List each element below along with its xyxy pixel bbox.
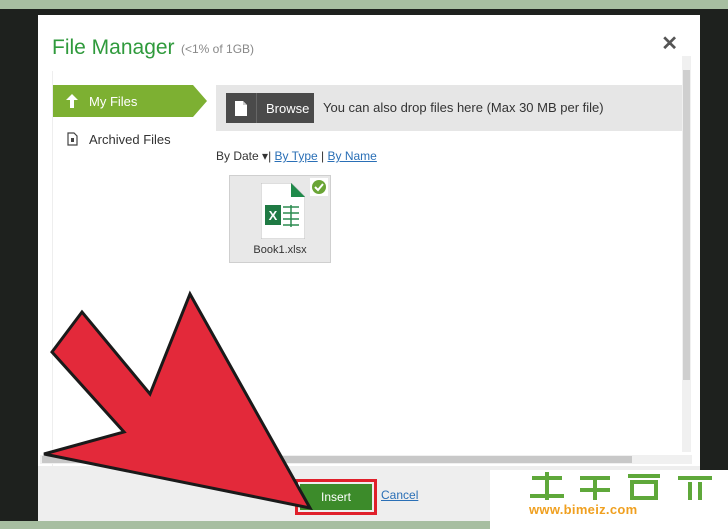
- sidebar: My Files Archived Files: [53, 85, 207, 161]
- sidebar-item-my-files[interactable]: My Files: [53, 85, 207, 117]
- document-icon: [226, 93, 257, 123]
- sidebar-item-archived-files[interactable]: Archived Files: [53, 123, 193, 155]
- vertical-scrollbar[interactable]: [682, 56, 691, 452]
- top-border-strip: [0, 0, 728, 9]
- watermark-logo-icon: [530, 472, 712, 500]
- drop-zone[interactable]: Browse You can also drop files here (Max…: [216, 85, 682, 131]
- archive-document-icon: [65, 132, 79, 146]
- browse-label: Browse: [266, 100, 310, 116]
- close-icon[interactable]: ✕: [661, 31, 678, 56]
- browse-button[interactable]: Browse: [226, 93, 314, 123]
- storage-quota: (<1% of 1GB): [181, 42, 255, 56]
- selected-check-icon: [310, 178, 328, 196]
- vertical-scrollbar-thumb[interactable]: [683, 70, 690, 380]
- sort-by-name-link[interactable]: By Name: [327, 149, 376, 163]
- sidebar-item-label: Archived Files: [89, 131, 171, 147]
- sidebar-item-label: My Files: [89, 93, 138, 109]
- svg-text:X: X: [269, 208, 278, 223]
- sort-bar: By Date ▾| By Type | By Name: [216, 149, 377, 163]
- sort-separator: |: [321, 149, 325, 163]
- dialog-header: File Manager (<1% of 1GB) ✕: [38, 15, 700, 71]
- file-tile[interactable]: X Book1.xlsx: [229, 175, 331, 263]
- sort-separator: |: [268, 149, 272, 163]
- sort-by-type-link[interactable]: By Type: [275, 149, 318, 163]
- excel-file-icon: X: [261, 183, 305, 239]
- drop-hint: You can also drop files here (Max 30 MB …: [323, 100, 604, 115]
- watermark-url: www.bimeiz.com: [529, 502, 638, 517]
- upload-arrow-icon: [65, 94, 79, 108]
- watermark: www.bimeiz.com: [490, 470, 728, 529]
- pointer-arrow-icon: [43, 290, 313, 511]
- cancel-link[interactable]: Cancel: [381, 488, 418, 502]
- sort-by-date[interactable]: By Date: [216, 149, 259, 163]
- file-name: Book1.xlsx: [253, 244, 307, 256]
- dialog-title: File Manager: [52, 36, 175, 59]
